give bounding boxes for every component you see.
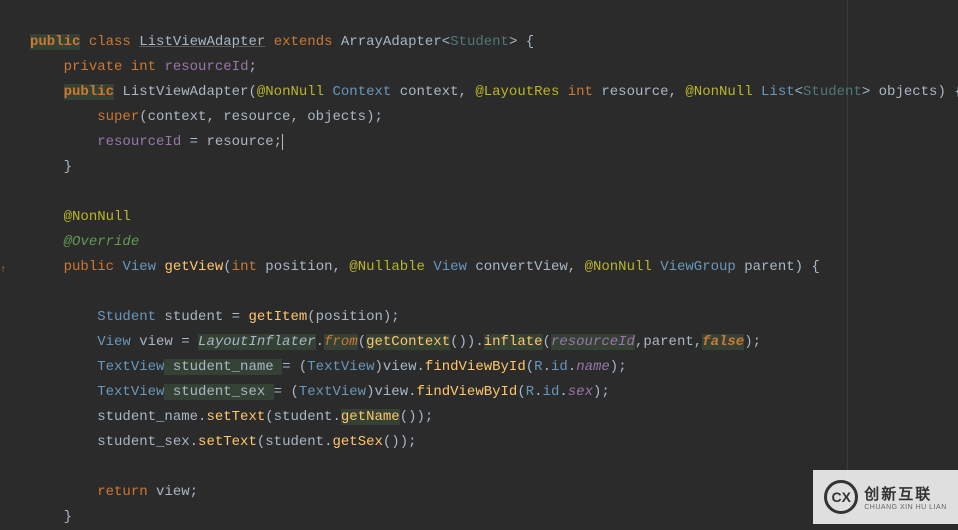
method-call: getName — [341, 409, 400, 425]
keyword-public: public — [64, 84, 114, 100]
resource-id: sex — [568, 384, 593, 400]
generic-type: Student — [450, 34, 509, 50]
code-line: public ListViewAdapter(@NonNull Context … — [30, 80, 958, 105]
super-class: ArrayAdapter — [341, 34, 442, 50]
generic-type: Student — [803, 84, 862, 100]
keyword-private: private — [64, 59, 123, 75]
code-line: View view = LayoutInflater.from(getConte… — [30, 330, 958, 355]
type: Student — [97, 309, 156, 325]
annotation: @Nullable — [349, 259, 425, 275]
code-line: public View getView(int position, @Nulla… — [30, 255, 958, 280]
method-call: inflate — [484, 334, 543, 350]
keyword-return: return — [97, 484, 147, 500]
cast-type: TextView — [307, 359, 374, 375]
annotation: @NonNull — [585, 259, 652, 275]
keyword-extends: extends — [274, 34, 333, 50]
watermark: CX 创新互联 CHUANG XIN HU LIAN — [813, 470, 958, 524]
method-call: findViewById — [417, 384, 518, 400]
watermark-text: 创新互联 CHUANG XIN HU LIAN — [864, 483, 947, 511]
method-call: getItem — [248, 309, 307, 325]
type: View — [97, 334, 131, 350]
code-line: } — [30, 155, 958, 180]
r-id: id — [543, 384, 560, 400]
cast-type: TextView — [299, 384, 366, 400]
code-line: student_name.setText(student.getName()); — [30, 405, 958, 430]
keyword-super: super — [97, 109, 139, 125]
watermark-en: CHUANG XIN HU LIAN — [864, 504, 947, 511]
type: TextView — [97, 384, 164, 400]
text-cursor — [282, 134, 283, 150]
annotation: @NonNull — [685, 84, 752, 100]
param-type: Context — [333, 84, 392, 100]
annotation: @NonNull — [257, 84, 324, 100]
method-call: setText — [198, 434, 257, 450]
annotation-override: @Override — [64, 234, 140, 250]
type: TextView — [97, 359, 164, 375]
field-ref: resourceId — [551, 334, 635, 350]
r-class: R — [534, 359, 542, 375]
keyword-public: public — [64, 259, 114, 275]
class-ref: LayoutInflater — [198, 334, 316, 350]
watermark-cn: 创新互联 — [864, 483, 947, 504]
r-class: R — [526, 384, 534, 400]
code-line — [30, 280, 958, 305]
r-id: id — [551, 359, 568, 375]
code-line: super(context, resource, objects); — [30, 105, 958, 130]
method-name: getView — [164, 259, 223, 275]
annotation: @NonNull — [64, 209, 131, 225]
class-name: ListViewAdapter — [139, 34, 265, 50]
code-line: student_sex.setText(student.getSex()); — [30, 430, 958, 455]
method-call: setText — [206, 409, 265, 425]
code-line: @Override — [30, 230, 958, 255]
keyword-false: false — [702, 334, 744, 350]
code-editor[interactable]: ↑ public class ListViewAdapter extends A… — [0, 0, 958, 530]
code-line: @NonNull — [30, 205, 958, 230]
keyword-int: int — [232, 259, 257, 275]
code-line: TextView student_name = (TextView)view.f… — [30, 355, 958, 380]
field-name: resourceId — [97, 134, 181, 150]
annotation: @LayoutRes — [475, 84, 559, 100]
field-name: resourceId — [164, 59, 248, 75]
resource-id: name — [576, 359, 610, 375]
param-type: List — [761, 84, 795, 100]
code-line: resourceId = resource; — [30, 130, 958, 155]
return-type: View — [122, 259, 156, 275]
keyword-int: int — [131, 59, 156, 75]
code-line: public class ListViewAdapter extends Arr… — [30, 30, 958, 55]
code-line: TextView student_sex = (TextView)view.fi… — [30, 380, 958, 405]
code-line: Student student = getItem(position); — [30, 305, 958, 330]
method-call: getContext — [366, 334, 450, 350]
keyword-int: int — [568, 84, 593, 100]
keyword-class: class — [89, 34, 131, 50]
code-line: private int resourceId; — [30, 55, 958, 80]
constructor-name: ListViewAdapter — [122, 84, 248, 100]
gutter-override-marker[interactable]: ↑ — [0, 258, 6, 283]
static-method: from — [324, 334, 358, 350]
method-call: findViewById — [425, 359, 526, 375]
watermark-logo-icon: CX — [824, 480, 858, 514]
param-type: ViewGroup — [660, 259, 736, 275]
param-type: View — [433, 259, 467, 275]
method-call: getSex — [332, 434, 382, 450]
code-line — [30, 180, 958, 205]
keyword-public: public — [30, 34, 80, 50]
